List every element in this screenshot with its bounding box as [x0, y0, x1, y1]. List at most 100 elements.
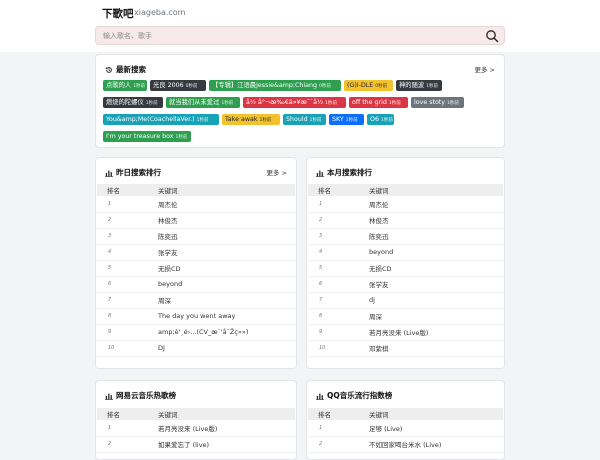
keyword-link[interactable]: amp;è'¸é›...(CV_æ`'å¯Žç»») [158, 324, 295, 341]
rank-number: 1 [308, 420, 369, 437]
keyword-link[interactable]: 无损CD [369, 260, 503, 277]
rank-number: 6 [97, 276, 158, 293]
keyword-link[interactable]: The day you went away [158, 308, 295, 325]
recent-tag[interactable]: (G)I-DLE 0秒前 [344, 80, 393, 91]
table-row[interactable]: 1 周杰伦 [308, 196, 503, 213]
col-keyword: 关键词 [158, 184, 295, 196]
table-row[interactable]: 1 足够 (Live) [308, 420, 503, 437]
keyword-link[interactable]: 张学友 [369, 276, 503, 293]
table-row[interactable]: 2 林俊杰 [97, 212, 295, 229]
keyword-link[interactable]: beyond [369, 244, 503, 261]
rank-number: 5 [97, 260, 158, 277]
keyword-link[interactable]: 周杰伦 [369, 196, 503, 213]
top-bar: 下歌吧 xiageba.com [0, 0, 600, 52]
col-keyword: 关键词 [369, 184, 503, 196]
keyword-link[interactable]: 林俊杰 [158, 212, 295, 229]
keyword-link[interactable]: 周深 [369, 308, 503, 325]
keyword-link[interactable]: 足够 (Live) [369, 420, 503, 437]
recent-tag[interactable]: 【专辑】江语晨Jessie&amp;Chiang 0秒前 [209, 80, 341, 91]
keyword-link[interactable]: 林俊杰 [369, 212, 503, 229]
recent-tag[interactable]: 神的随波 1秒前 [396, 80, 442, 91]
keyword-link[interactable]: 张学友 [158, 244, 295, 261]
table-row[interactable]: 4 beyond [308, 244, 503, 261]
table-row[interactable]: 6 beyond [97, 276, 295, 293]
keyword-link[interactable]: DJ [158, 340, 295, 357]
rank-number: 3 [308, 228, 369, 245]
keyword-link[interactable]: 若月亮没来 (Live版) [158, 420, 295, 437]
recent-more-link[interactable]: 更多 > [474, 64, 495, 74]
rank-number: 1 [97, 196, 158, 213]
recent-search-title-text: 最新搜索 [116, 65, 146, 74]
keyword-link[interactable]: 周深 [158, 292, 295, 309]
qq-chart-title-text: QQ音乐流行指数榜 [327, 391, 393, 400]
rank-number: 7 [308, 292, 369, 309]
history-icon [105, 66, 112, 73]
recent-tag[interactable]: SKY 1秒前 [329, 114, 364, 125]
keyword-link[interactable]: 无损CD [158, 260, 295, 277]
table-row[interactable]: 5 无损CD [308, 260, 503, 277]
keyword-link[interactable]: dj [369, 292, 503, 309]
table-row[interactable]: 10 邓紫棋 [308, 340, 503, 357]
table-row[interactable]: 9 若月亮没来 (Live版) [308, 324, 503, 341]
recent-tag[interactable]: love stoty 1秒前 [411, 97, 464, 108]
recent-tag[interactable]: O6 1秒前 [367, 114, 394, 125]
month-rank-title-text: 本月搜索排行 [327, 168, 372, 177]
table-header: 排名 关键词 [97, 184, 295, 196]
recent-tag[interactable]: 光良 2006 0秒前 [150, 80, 206, 91]
bar-chart-icon [316, 170, 324, 177]
rank-number: 9 [308, 324, 369, 341]
keyword-link[interactable]: 邓紫棋 [369, 340, 503, 357]
search-icon[interactable] [485, 29, 499, 43]
recent-tag[interactable]: 点歌的人 1秒前 [103, 80, 147, 91]
col-rank: 排名 [97, 184, 158, 196]
recent-tag[interactable]: Take awak 1秒前 [222, 114, 280, 125]
recent-tag[interactable]: off the grid 1秒前 [349, 97, 408, 108]
rank-number: 8 [308, 308, 369, 325]
table-row[interactable]: 5 无损CD [97, 260, 295, 277]
table-row[interactable]: 9 amp;è'¸é›...(CV_æ`'å¯Žç»») [97, 324, 295, 341]
table-row[interactable]: 7 dj [308, 292, 503, 309]
recent-tag[interactable]: Should 1秒前 [283, 114, 326, 125]
rank-number: 6 [308, 276, 369, 293]
table-row[interactable]: 4 张学友 [97, 244, 295, 261]
table-row[interactable]: 1 若月亮没来 (Live版) [97, 420, 295, 437]
month-rank-card: 本月搜索排行 排名 关键词 1 周杰伦 2 林俊杰 3 陈奕迅 4 beyond 5 无损C… [306, 157, 505, 369]
site-logo[interactable]: 下歌吧 [102, 6, 134, 21]
rank-number: 1 [97, 420, 158, 437]
netease-chart-table: 排名 关键词 1 若月亮没来 (Live版) 2 如果爱忘了 (live) [97, 408, 295, 453]
table-row[interactable]: 3 陈奕迅 [97, 228, 295, 245]
col-keyword: 关键词 [369, 408, 503, 420]
rank-number: 10 [308, 340, 369, 357]
recent-search-title: 最新搜索 [105, 64, 146, 75]
rank-number: 1 [308, 196, 369, 213]
table-row[interactable]: 2 林俊杰 [308, 212, 503, 229]
table-row[interactable]: 6 张学友 [308, 276, 503, 293]
rank-number: 5 [308, 260, 369, 277]
search-input[interactable] [103, 30, 473, 42]
table-row[interactable]: 10 DJ [97, 340, 295, 357]
recent-tag[interactable]: 就当我们从未爱过 1秒前 [166, 97, 240, 108]
col-rank: 排名 [308, 408, 369, 420]
recent-tag[interactable]: å½ å°¬æ‰€ä»¥æ˜¯å½ 1秒前 [243, 97, 346, 108]
table-row[interactable]: 3 陈奕迅 [308, 228, 503, 245]
keyword-link[interactable]: 陈奕迅 [369, 228, 503, 245]
table-row[interactable]: 8 周深 [308, 308, 503, 325]
qq-chart-card: QQ音乐流行指数榜 排名 关键词 1 足够 (Live) 2 不如回家喝台米水 (Li… [306, 380, 505, 460]
recent-tag[interactable]: I'm your treasure box 1秒前 [103, 131, 191, 142]
recent-tag[interactable]: 燃烧的陀螺仪 1秒前 [103, 97, 163, 108]
bar-chart-icon [316, 393, 324, 400]
netease-chart-card: 网易云音乐热歌榜 排名 关键词 1 若月亮没来 (Live版) 2 如果爱忘了 (li… [95, 380, 297, 460]
rank-number: 2 [97, 212, 158, 229]
table-row[interactable]: 8 The day you went away [97, 308, 295, 325]
keyword-link[interactable]: beyond [158, 276, 295, 293]
table-row[interactable]: 1 周杰伦 [97, 196, 295, 213]
table-row[interactable]: 7 周深 [97, 292, 295, 309]
yesterday-rank-title: 昨日搜索排行 [105, 167, 161, 178]
yesterday-rank-table: 排名 关键词 1 周杰伦 2 林俊杰 3 陈奕迅 4 张学友 5 无损CD 6 beyond … [97, 184, 295, 357]
recent-tag[interactable]: You&amp;Me(CoachellaVer.) 1秒前 [103, 114, 219, 125]
keyword-link[interactable]: 若月亮没来 (Live版) [369, 324, 503, 341]
keyword-link[interactable]: 陈奕迅 [158, 228, 295, 245]
keyword-link[interactable]: 周杰伦 [158, 196, 295, 213]
table-header: 排名 关键词 [97, 408, 295, 420]
yesterday-more-link[interactable]: 更多 > [266, 167, 287, 177]
